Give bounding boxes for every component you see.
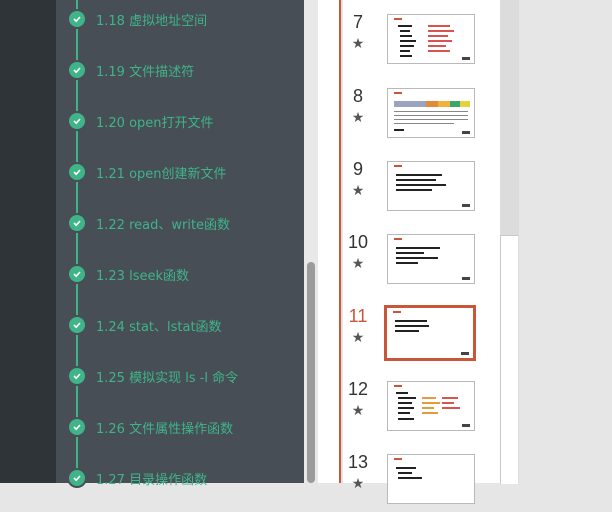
slide-row-12[interactable]: 12 ★ xyxy=(343,379,498,439)
editor-canvas-area xyxy=(519,0,612,483)
check-circle-icon xyxy=(69,470,85,486)
check-circle-icon xyxy=(69,317,85,333)
slide-number-current: 11 xyxy=(348,306,368,326)
toc-item-1-18[interactable]: 1.18 虚拟地址空间 xyxy=(69,9,207,29)
check-circle-icon xyxy=(69,215,85,231)
star-icon[interactable]: ★ xyxy=(343,256,373,272)
toc-item-label: 1.22 read、write函数 xyxy=(96,217,231,233)
slide-number: 10 xyxy=(347,232,369,252)
slide-thumbnail[interactable] xyxy=(387,161,475,211)
toc-item-label: 1.20 open打开文件 xyxy=(96,115,214,131)
toc-item-label: 1.23 lseek函数 xyxy=(96,268,189,284)
check-circle-icon xyxy=(69,164,85,180)
slide-thumbnail[interactable] xyxy=(387,454,475,504)
panel-left-border xyxy=(339,0,341,483)
left-rail xyxy=(0,0,56,483)
slide-row-8[interactable]: 8 ★ xyxy=(343,86,498,146)
slide-row-9[interactable]: 9 ★ xyxy=(343,159,498,219)
slide-thumbnail[interactable] xyxy=(387,14,475,64)
slide-thumbnail[interactable] xyxy=(387,234,475,284)
check-circle-icon xyxy=(69,266,85,282)
slide-thumbnail[interactable] xyxy=(387,88,475,138)
slide-thumbnail[interactable] xyxy=(387,381,475,431)
star-icon[interactable]: ★ xyxy=(343,476,373,492)
slide-row-10[interactable]: 10 ★ xyxy=(343,232,498,292)
toc-item-label: 1.24 stat、lstat函数 xyxy=(96,319,222,335)
check-circle-icon xyxy=(69,113,85,129)
toc-item-label: 1.26 文件属性操作函数 xyxy=(96,421,234,437)
toc-item-1-22[interactable]: 1.22 read、write函数 xyxy=(69,213,230,233)
toc-item-1-19[interactable]: 1.19 文件描述符 xyxy=(69,60,194,80)
toc-item-1-23[interactable]: 1.23 lseek函数 xyxy=(69,264,189,284)
toc-item-label: 1.25 模拟实现 ls -l 命令 xyxy=(96,370,239,386)
star-icon[interactable]: ★ xyxy=(343,36,373,52)
toc-item-label: 1.27 目录操作函数 xyxy=(96,472,208,488)
toc-item-1-26[interactable]: 1.26 文件属性操作函数 xyxy=(69,417,233,437)
toc-item-1-20[interactable]: 1.20 open打开文件 xyxy=(69,111,214,131)
check-circle-icon xyxy=(69,11,85,27)
check-circle-icon xyxy=(69,419,85,435)
toc-item-label: 1.19 文件描述符 xyxy=(96,64,195,80)
star-icon[interactable]: ★ xyxy=(343,330,373,346)
slide-number: 13 xyxy=(347,452,369,472)
slide-number: 8 xyxy=(352,86,363,106)
toc-item-label: 1.18 虚拟地址空间 xyxy=(96,13,208,29)
sidebar-scrollbar-thumb[interactable] xyxy=(307,262,315,483)
star-icon[interactable]: ★ xyxy=(343,403,373,419)
star-icon[interactable]: ★ xyxy=(343,183,373,199)
slide-row-7[interactable]: 7 ★ xyxy=(343,12,498,72)
check-circle-icon xyxy=(69,368,85,384)
toc-item-1-27[interactable]: 1.27 目录操作函数 xyxy=(69,468,207,488)
slide-thumbnail-selected[interactable] xyxy=(384,305,476,361)
slide-number: 12 xyxy=(347,379,369,399)
toc-item-label: 1.21 open创建新文件 xyxy=(96,166,227,182)
slide-panel-scrollbar-thumb[interactable] xyxy=(500,235,518,484)
slide-number: 9 xyxy=(352,159,363,179)
toc-item-1-24[interactable]: 1.24 stat、lstat函数 xyxy=(69,315,222,335)
star-icon[interactable]: ★ xyxy=(343,110,373,126)
slide-row-11[interactable]: 11 ★ xyxy=(343,305,498,366)
check-circle-icon xyxy=(69,62,85,78)
slide-row-13[interactable]: 13 ★ xyxy=(343,452,498,512)
slide-number: 7 xyxy=(352,12,363,32)
toc-item-1-21[interactable]: 1.21 open创建新文件 xyxy=(69,162,227,182)
toc-item-1-25[interactable]: 1.25 模拟实现 ls -l 命令 xyxy=(69,366,238,386)
